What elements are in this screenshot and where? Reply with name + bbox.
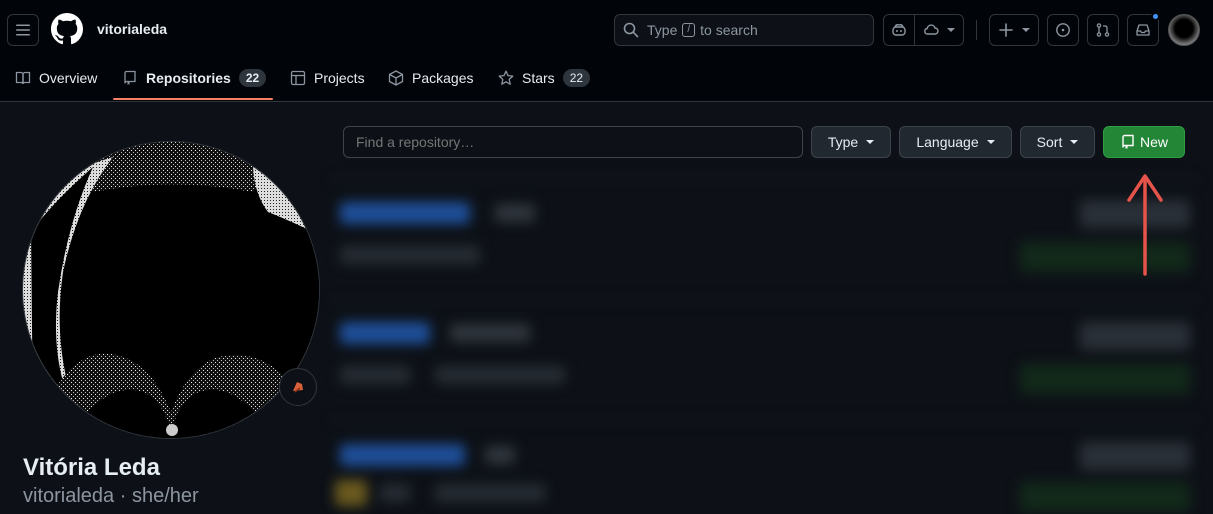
new-repository-button[interactable]: New [1103,126,1185,158]
status-emoji-button[interactable] [279,368,317,406]
inbox-icon [1136,24,1150,36]
blurred-repo-badge [450,324,530,342]
profile-pronouns: she/her [131,485,199,507]
blurred-repo-name [340,202,470,224]
list-separator [330,420,1200,421]
tab-packages[interactable]: Packages [388,60,473,96]
profile-login: vitorialeda [23,485,115,507]
profile-username[interactable]: vitorialeda [97,21,167,37]
tab-repositories-label: Repositories [146,70,231,86]
list-separator [330,300,1200,301]
sort-filter-label: Sort [1036,134,1063,150]
tab-projects[interactable]: Projects [290,60,365,96]
header-divider [976,20,977,40]
chevron-down-icon [1070,140,1079,144]
tab-overview-label: Overview [39,70,98,86]
blurred-repository-list [330,170,1213,514]
codespaces-dropdown-button[interactable] [914,14,964,46]
search-icon [623,22,639,38]
issue-opened-icon [1056,23,1070,37]
star-icon [498,70,514,85]
blurred-star-button [1080,322,1190,350]
chevron-down-icon [866,140,875,144]
find-repository-input[interactable] [343,126,803,158]
avatar-artwork [23,142,319,438]
blurred-activity-graph [1020,482,1190,512]
search-hint-suffix: to search [700,22,758,38]
profile-separator: · [119,485,127,507]
search-hint: Type / to search [647,22,758,38]
language-filter-button[interactable]: Language [899,126,1012,158]
issues-button[interactable] [1047,14,1079,46]
global-search-input[interactable]: Type / to search [614,14,874,46]
search-hint-prefix: Type [647,22,678,38]
blurred-repo-name [340,322,430,344]
blurred-repo-meta [340,366,410,384]
list-separator [330,178,1200,179]
status-emoji-icon [293,382,303,393]
profile-full-name: Vitória Leda [23,454,160,481]
profile-avatar[interactable] [22,141,320,439]
repositories-count-badge: 22 [238,69,267,87]
search-shortcut-key: / [682,23,696,37]
tab-repositories[interactable]: Repositories 22 [122,60,267,96]
blurred-star-button [1080,442,1190,470]
repo-icon [124,70,136,85]
blurred-activity-graph [1020,364,1190,394]
table-icon [290,70,306,86]
sort-filter-button[interactable]: Sort [1020,126,1095,158]
hamburger-icon [16,24,30,36]
menu-button[interactable] [7,14,39,46]
type-filter-button[interactable]: Type [811,126,891,158]
unread-notification-dot [1151,12,1160,21]
blurred-repo-meta [435,366,565,384]
new-repository-label: New [1139,134,1168,150]
profile-login-line: vitorialeda · she/her [23,485,199,508]
copilot-icon [892,24,906,36]
chevron-down-icon [1022,28,1030,32]
global-header: vitorialeda Type / to search Overview Re… [0,0,1213,102]
tab-overview[interactable]: Overview [15,60,97,96]
tab-packages-label: Packages [412,70,474,86]
copilot-button[interactable] [883,14,915,46]
active-tab-indicator [113,98,273,100]
tab-projects-label: Projects [314,70,365,86]
tab-stars-label: Stars [522,70,555,86]
package-icon [388,70,404,86]
pull-requests-button[interactable] [1087,14,1119,46]
plus-icon [999,23,1013,37]
blurred-repo-badge [495,204,535,222]
chevron-down-icon [947,28,955,32]
blurred-repo-meta [380,484,410,502]
user-avatar-menu[interactable] [1168,14,1200,46]
book-icon [15,71,31,85]
blurred-repo-badge [485,446,515,464]
chevron-down-icon [986,140,995,144]
blurred-repo-meta [435,484,545,502]
blurred-repo-meta [340,246,480,264]
blurred-language-dot [335,480,367,506]
type-filter-label: Type [827,134,859,150]
tab-stars[interactable]: Stars 22 [498,60,591,96]
stars-count-badge: 22 [562,69,591,87]
github-logo-icon[interactable] [51,13,83,45]
git-pull-request-icon [1096,23,1110,37]
repo-icon [1122,134,1134,149]
cloud-icon [924,24,939,35]
create-new-dropdown-button[interactable] [989,14,1039,46]
language-filter-label: Language [916,134,979,150]
annotation-arrow-icon [1127,174,1163,276]
blurred-repo-name [340,444,465,466]
